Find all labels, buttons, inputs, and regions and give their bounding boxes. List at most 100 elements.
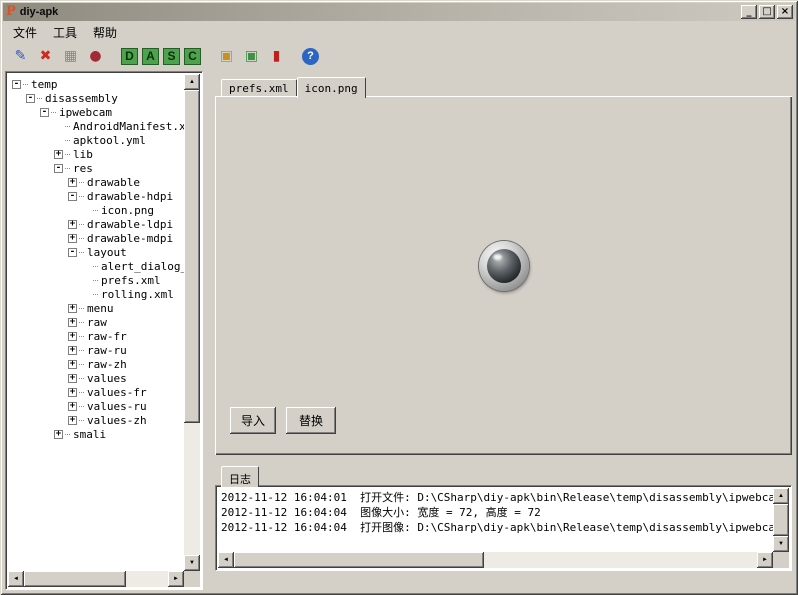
scroll-right-button[interactable]: ► bbox=[168, 571, 184, 587]
tree-connector bbox=[79, 238, 84, 239]
tree-toggle-icon[interactable]: - bbox=[12, 80, 21, 89]
tree-item[interactable]: + raw-ru bbox=[12, 343, 184, 357]
tree-item[interactable]: rolling.xml bbox=[12, 287, 184, 301]
tree-toggle-icon[interactable]: + bbox=[68, 332, 77, 341]
tree-item[interactable]: - layout bbox=[12, 245, 184, 259]
tree-toggle-icon[interactable]: + bbox=[68, 178, 77, 187]
tree-horizontal-scrollbar[interactable]: ◄ ► bbox=[8, 571, 184, 587]
tree-item-label: res bbox=[72, 162, 94, 175]
tree-item[interactable]: + smali bbox=[12, 427, 184, 441]
scroll-left-button[interactable]: ◄ bbox=[218, 552, 234, 568]
tree-item[interactable]: + lib bbox=[12, 147, 184, 161]
tree-connector bbox=[79, 350, 84, 351]
tree-toggle-icon[interactable]: - bbox=[54, 164, 63, 173]
tree-toggle-icon[interactable]: + bbox=[68, 304, 77, 313]
tree-toggle-icon[interactable]: + bbox=[68, 220, 77, 229]
tree-toggle-icon[interactable] bbox=[82, 276, 91, 285]
tree-toggle-icon[interactable]: - bbox=[26, 94, 35, 103]
scroll-down-button[interactable]: ▼ bbox=[184, 555, 200, 571]
window-title: diy-apk bbox=[20, 6, 739, 18]
open-icon[interactable]: ✎ bbox=[10, 46, 31, 67]
tree-toggle-icon[interactable] bbox=[82, 290, 91, 299]
tree-vertical-scrollbar[interactable]: ▲ ▼ bbox=[184, 74, 200, 571]
save-icon[interactable]: ▦ bbox=[60, 46, 81, 67]
tree-toggle-icon[interactable]: - bbox=[68, 248, 77, 257]
decompile-icon[interactable]: D bbox=[121, 48, 138, 65]
tree-item[interactable]: AndroidManifest.xml bbox=[12, 119, 184, 133]
tree-toggle-icon[interactable]: + bbox=[68, 234, 77, 243]
tree-toggle-icon[interactable]: + bbox=[68, 374, 77, 383]
tree-toggle-icon[interactable]: + bbox=[54, 150, 63, 159]
tab-icon-png[interactable]: icon.png bbox=[297, 77, 366, 98]
help-icon[interactable]: ? bbox=[302, 48, 319, 65]
maximize-button[interactable]: □ bbox=[759, 5, 775, 19]
log-textbox[interactable]: 2012-11-12 16:04:01 打开文件: D:\CSharp\diy-… bbox=[218, 488, 773, 552]
compile-icon[interactable]: C bbox=[184, 48, 201, 65]
tree-item[interactable]: + raw bbox=[12, 315, 184, 329]
close-file-icon[interactable]: ✖ bbox=[35, 46, 56, 67]
tree-toggle-icon[interactable]: + bbox=[68, 318, 77, 327]
package-icon[interactable]: ▣ bbox=[241, 46, 262, 67]
tree-toggle-icon[interactable] bbox=[82, 262, 91, 271]
tree-toggle-icon[interactable]: - bbox=[40, 108, 49, 117]
tree-item[interactable]: + drawable-mdpi bbox=[12, 231, 184, 245]
titlebar[interactable]: P diy-apk _ □ × bbox=[3, 3, 795, 21]
tree-item[interactable]: + values-zh bbox=[12, 413, 184, 427]
tree-item[interactable]: - ipwebcam bbox=[12, 105, 184, 119]
scroll-up-button[interactable]: ▲ bbox=[184, 74, 200, 90]
log-vertical-scroll-thumb[interactable] bbox=[773, 504, 789, 536]
menu-item[interactable]: 工具 bbox=[45, 22, 85, 43]
tree-item[interactable]: - drawable-hdpi bbox=[12, 189, 184, 203]
log-vertical-scrollbar[interactable]: ▲ ▼ bbox=[773, 488, 789, 552]
vertical-bar-icon[interactable]: ▮ bbox=[266, 46, 287, 67]
assemble-icon[interactable]: A bbox=[142, 48, 159, 65]
tree-horizontal-scroll-thumb[interactable] bbox=[24, 571, 126, 587]
tree-toggle-icon[interactable]: + bbox=[68, 388, 77, 397]
close-button[interactable]: × bbox=[777, 5, 793, 19]
scroll-right-button[interactable]: ► bbox=[757, 552, 773, 568]
tree-vertical-scroll-thumb[interactable] bbox=[184, 90, 200, 423]
tab-prefs-xml[interactable]: prefs.xml bbox=[221, 79, 297, 96]
stop-icon[interactable]: ● bbox=[85, 46, 106, 67]
tree-item[interactable]: + values-fr bbox=[12, 385, 184, 399]
tree-toggle-icon[interactable]: + bbox=[54, 430, 63, 439]
scroll-down-button[interactable]: ▼ bbox=[773, 536, 789, 552]
minimize-button[interactable]: _ bbox=[741, 5, 757, 19]
tree-toggle-icon[interactable]: + bbox=[68, 346, 77, 355]
tree-item[interactable]: - temp bbox=[12, 77, 184, 91]
tree-toggle-icon[interactable]: - bbox=[68, 192, 77, 201]
tree-item[interactable]: prefs.xml bbox=[12, 273, 184, 287]
tree-item[interactable]: apktool.yml bbox=[12, 133, 184, 147]
sign-icon[interactable]: S bbox=[163, 48, 180, 65]
menu-item[interactable]: 帮助 bbox=[85, 22, 125, 43]
scroll-left-button[interactable]: ◄ bbox=[8, 571, 24, 587]
tree-toggle-icon[interactable]: + bbox=[68, 402, 77, 411]
tree-item[interactable]: + raw-zh bbox=[12, 357, 184, 371]
jar-icon[interactable]: ▣ bbox=[216, 46, 237, 67]
tree-item[interactable]: + values bbox=[12, 371, 184, 385]
import-button[interactable]: 导入 bbox=[230, 407, 276, 434]
tree-item-label: drawable-ldpi bbox=[86, 218, 174, 231]
tree-item[interactable]: alert_dialog_ bbox=[12, 259, 184, 273]
tree-toggle-icon[interactable]: + bbox=[68, 416, 77, 425]
tree-toggle-icon[interactable] bbox=[82, 206, 91, 215]
log-horizontal-scroll-thumb[interactable] bbox=[234, 552, 484, 568]
tree-toggle-icon[interactable] bbox=[54, 122, 63, 131]
tree-toggle-icon[interactable] bbox=[54, 136, 63, 145]
replace-button[interactable]: 替换 bbox=[286, 407, 336, 434]
tree-item[interactable]: + drawable bbox=[12, 175, 184, 189]
tree-item[interactable]: icon.png bbox=[12, 203, 184, 217]
tree-item[interactable]: + raw-fr bbox=[12, 329, 184, 343]
tree-item[interactable]: - disassembly bbox=[12, 91, 184, 105]
tree-item[interactable]: + values-ru bbox=[12, 399, 184, 413]
tree-item[interactable]: - res bbox=[12, 161, 184, 175]
tree-item-label: icon.png bbox=[100, 204, 155, 217]
tree-item-label: values-ru bbox=[86, 400, 148, 413]
menu-item[interactable]: 文件 bbox=[5, 22, 45, 43]
tree-toggle-icon[interactable]: + bbox=[68, 360, 77, 369]
scroll-up-button[interactable]: ▲ bbox=[773, 488, 789, 504]
tree-item[interactable]: + menu bbox=[12, 301, 184, 315]
log-horizontal-scrollbar[interactable]: ◄ ► bbox=[218, 552, 773, 568]
tab-log[interactable]: 日志 bbox=[221, 466, 259, 487]
tree-item[interactable]: + drawable-ldpi bbox=[12, 217, 184, 231]
